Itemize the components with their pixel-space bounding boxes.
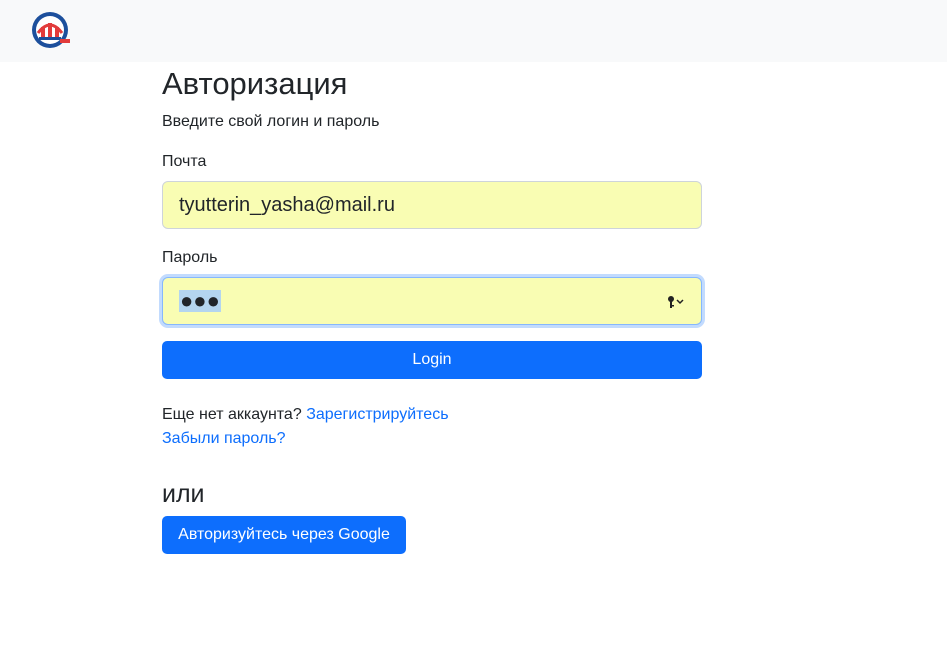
pfr-logo-icon[interactable] (30, 11, 71, 49)
password-masked-value: ●●● (179, 288, 221, 313)
navbar (0, 0, 947, 62)
page-subtitle: Введите свой логин и пароль (162, 113, 380, 130)
forgot-line: Забыли пароль? (162, 429, 286, 449)
forgot-password-link[interactable]: Забыли пароль? (162, 430, 286, 447)
password-label: Пароль (162, 249, 218, 266)
google-auth-button[interactable]: Авторизуйтесь через Google (162, 516, 406, 554)
page-title: Авторизация (162, 66, 348, 101)
or-heading: или (162, 480, 205, 508)
register-line: Еще нет аккаунта? Зарегистрируйтесь (162, 405, 449, 425)
no-account-text: Еще нет аккаунта? (162, 406, 302, 423)
register-link[interactable]: Зарегистрируйтесь (306, 406, 448, 423)
email-label: Почта (162, 153, 207, 170)
key-dropdown-icon[interactable] (665, 294, 685, 310)
password-field[interactable]: ●●● (162, 277, 702, 325)
email-field[interactable]: tyutterin_yasha@mail.ru (162, 181, 702, 229)
login-button[interactable]: Login (162, 341, 702, 379)
